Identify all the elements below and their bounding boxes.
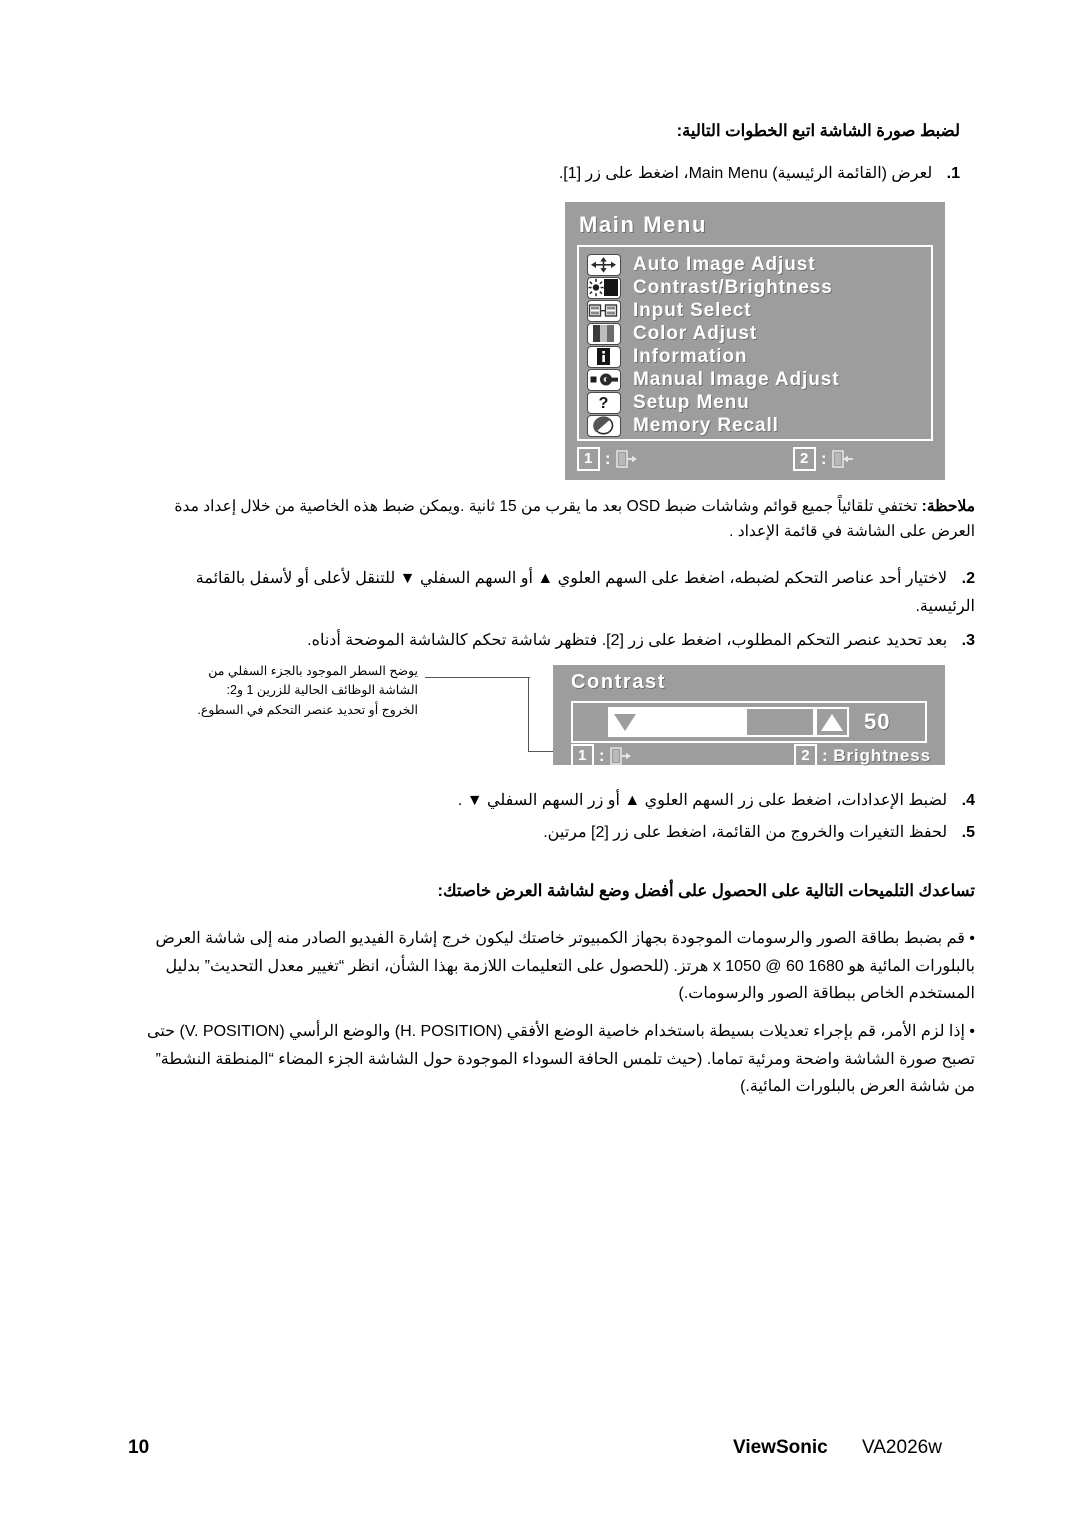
osd-item-manual-image-adjust[interactable]: Manual Image Adjust [587,368,931,391]
osd-item-label: Color Adjust [633,322,758,344]
contrast-key-1-separator: : [598,746,606,765]
manual-page: لضبط صورة الشاشة اتبع الخطوات التالية: 1… [0,0,1080,1527]
contrast-osd[interactable]: Contrast 50 1 : 2: Brightness [553,665,945,768]
model-name: VA2026w [862,1437,942,1458]
contrast-slider[interactable]: 50 [571,701,927,743]
step-3-text: بعد تحديد عنصر التحكم المطلوب، اضغط على … [307,632,948,649]
page-number: 10 [128,1437,150,1458]
osd-item-input-select[interactable]: Input Select [587,299,931,322]
contrast-osd-title: Contrast [571,671,667,693]
note-label: ملاحظة: [921,498,975,515]
key-1-separator: : [604,449,612,468]
step-1-number: 1. [946,165,960,182]
note-paragraph: ملاحظة: تختفي تلقائياً جميع قوائم وشاشات… [135,495,975,545]
main-menu-osd[interactable]: Main Menu Auto Image Adjust Contrast/Bri… [565,202,945,480]
contrast-key-2-cap[interactable]: 2 [794,744,818,768]
step-5: 5. لحفظ التغيرات والخروج من القائمة، اضغ… [135,822,975,842]
bullet-marker: • [969,1023,975,1040]
osd-item-label: Memory Recall [633,414,779,436]
exit-icon [616,450,638,468]
osd-item-contrast-brightness[interactable]: Contrast/Brightness [587,276,931,299]
osd-item-label: Auto Image Adjust [633,253,816,275]
contrast-slider-track[interactable] [608,707,849,737]
tip-bullet-2: • إذا لزم الأمر، قم بإجراء تعديلات بسيطة… [135,1018,975,1101]
osd-item-color-adjust[interactable]: Color Adjust [587,322,931,345]
memory-recall-icon [587,414,621,437]
decrease-button[interactable] [608,707,642,737]
contrast-key-1-cap[interactable]: 1 [571,744,594,768]
callout-line-3: الخروج أو تحديد عنصر التحكم في السطوع. [197,702,418,717]
tips-heading: تساعدك التلميحات التالية على الحصول على … [437,882,975,900]
svg-text:?: ? [599,395,609,412]
input-select-icon [587,299,621,322]
callout-leader-vertical [528,677,529,752]
osd-item-setup-menu[interactable]: ? Setup Menu [587,391,931,414]
step-4-text: لضبط الإعدادات، اضغط على زر السهم العلوي… [457,792,948,809]
step-2: 2. لاختيار أحد عناصر التحكم لضبطه، اضغط … [135,565,975,620]
osd-item-label: Contrast/Brightness [633,276,833,298]
tip-bullet-2-text: إذا لزم الأمر، قم بإجراء تعديلات بسيطة ب… [146,1023,975,1096]
osd-item-label: Manual Image Adjust [633,368,840,390]
osd-item-label: Setup Menu [633,391,750,413]
key-2-cap[interactable]: 2 [793,447,816,471]
increase-button[interactable] [815,707,849,737]
osd-item-auto-image-adjust[interactable]: Auto Image Adjust [587,253,931,276]
osd-footer: 1 : 2 : [577,447,933,471]
step-1-text: لعرض (القائمة الرئيسية) Main Menu، اضغط … [558,165,933,182]
contrast-brightness-icon [587,276,621,299]
osd-title: Main Menu [579,212,708,237]
step-1: 1. لعرض (القائمة الرئيسية) Main Menu، اض… [120,163,960,183]
callout-line-2: الشاشة الوظائف الحالية للزرين 1 و2: [226,683,418,698]
contrast-key-2-separator: : [822,746,829,765]
key-2-separator: : [820,449,828,468]
step-5-number: 5. [961,824,975,841]
osd-item-information[interactable]: Information [587,345,931,368]
step-3-number: 3. [961,632,975,649]
step-2-text: لاختيار أحد عناصر التحكم لضبطه، اضغط على… [195,570,975,615]
step-3: 3. بعد تحديد عنصر التحكم المطلوب، اضغط ع… [135,630,975,650]
tip-bullet-1-text: قم بضبط بطاقة الصور والرسومات الموجودة ب… [155,930,975,1003]
key-1-cap[interactable]: 1 [577,447,600,471]
step-2-number: 2. [961,570,975,587]
note-text: تختفي تلقائياً جميع قوائم وشاشات ضبط OSD… [174,498,975,540]
contrast-value: 50 [864,709,891,734]
step-4-number: 4. [961,792,975,809]
manual-image-adjust-icon [587,368,621,391]
contrast-osd-footer: 1 : 2 : Brightness [571,744,931,768]
tip-bullet-1: • قم بضبط بطاقة الصور والرسومات الموجودة… [135,925,975,1008]
osd-item-list: Auto Image Adjust Contrast/Brightness In… [577,245,933,441]
triangle-down-icon [614,713,636,731]
slider-filled [642,707,745,737]
auto-image-adjust-icon [587,253,621,276]
callout-text: يوضح السطر الموجود بالجزء السفلي من الشا… [168,662,418,720]
callout-leader-top [425,677,530,678]
information-icon [587,345,621,368]
step-4: 4. لضبط الإعدادات، اضغط على زر السهم الع… [135,790,975,810]
brand-name: ViewSonic [733,1437,828,1458]
page-heading: لضبط صورة الشاشة اتبع الخطوات التالية: [676,122,960,140]
osd-item-label: Information [633,345,748,367]
step-5-text: لحفظ التغيرات والخروج من القائمة، اضغط ع… [543,824,948,841]
slider-remaining [745,707,815,737]
osd-item-memory-recall[interactable]: Memory Recall [587,414,931,437]
exit-icon [610,747,632,765]
contrast-key-2-label: Brightness [833,746,931,765]
bullet-marker: • [969,930,975,947]
triangle-up-icon [821,713,843,731]
setup-menu-icon: ? [587,391,621,414]
enter-icon [832,450,854,468]
color-adjust-icon [587,322,621,345]
osd-item-label: Input Select [633,299,752,321]
callout-line-1: يوضح السطر الموجود بالجزء السفلي من [208,664,418,678]
